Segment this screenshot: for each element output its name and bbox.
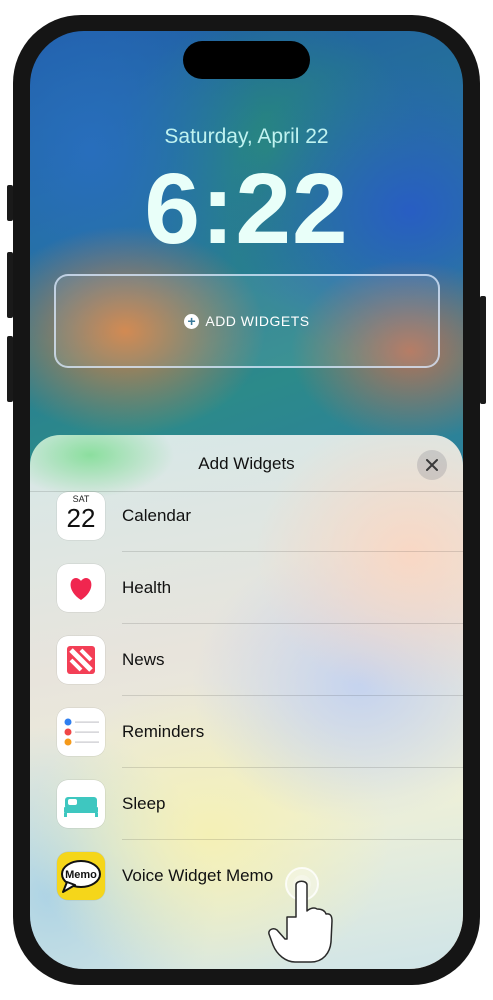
- add-widgets-sheet: Add Widgets SAT 22 Calendar Health News …: [30, 435, 463, 969]
- widget-item-label: Calendar: [122, 506, 191, 525]
- widget-item-label: Health: [122, 578, 172, 597]
- calendar-date-number: 22: [66, 503, 96, 533]
- plus-circle-icon: +: [184, 313, 200, 329]
- widget-item-news[interactable]: News: [30, 624, 463, 696]
- reminders-icon: [57, 708, 105, 756]
- widget-item-health[interactable]: Health: [30, 552, 463, 624]
- add-widgets-button[interactable]: + ADD WIDGETS: [54, 274, 440, 368]
- widget-item-reminders[interactable]: Reminders: [30, 696, 463, 768]
- memo-icon-text: Memo: [65, 869, 97, 881]
- lock-date: Saturday, April 22: [164, 125, 329, 148]
- sheet-title: Add Widgets: [198, 454, 295, 473]
- widget-item-sleep[interactable]: Sleep: [30, 768, 463, 840]
- hand-pointer-icon: [265, 867, 335, 969]
- close-button[interactable]: [417, 450, 447, 480]
- power-button: [480, 296, 486, 404]
- bed-icon: [57, 780, 105, 828]
- lock-screen: Saturday, April 22 6:22 + ADD WIDGETS Ad…: [30, 31, 463, 969]
- add-widgets-label: ADD WIDGETS: [205, 313, 310, 329]
- memo-icon: Memo: [57, 852, 105, 900]
- calendar-icon: SAT 22: [57, 492, 105, 540]
- widget-item-label: News: [122, 650, 165, 669]
- widget-item-voice-widget-memo[interactable]: Memo Voice Widget Memo: [30, 840, 463, 912]
- widget-item-calendar[interactable]: SAT 22 Calendar: [30, 480, 463, 552]
- widget-item-label: Reminders: [122, 722, 205, 741]
- dynamic-island: [183, 41, 310, 79]
- news-icon: [57, 636, 105, 684]
- heart-icon: [57, 564, 105, 612]
- widget-item-label: Sleep: [122, 794, 166, 813]
- widget-item-label: Voice Widget Memo: [122, 866, 274, 885]
- close-icon: [426, 459, 438, 471]
- lock-time: 6:22: [144, 153, 349, 265]
